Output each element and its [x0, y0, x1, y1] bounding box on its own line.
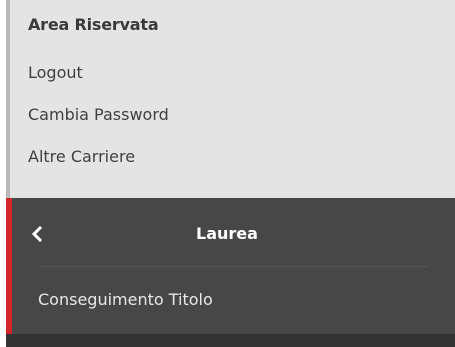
reserved-area-panel: Area Riservata Logout Cambia Password Al… [6, 0, 455, 198]
back-button[interactable] [30, 222, 50, 246]
chevron-left-icon [31, 225, 43, 243]
submenu-title: Laurea [196, 224, 258, 243]
sidebar-menu: Area Riservata Logout Cambia Password Al… [0, 0, 455, 347]
bottom-strip [6, 334, 455, 347]
degree-submenu-panel: Laurea Conseguimento Titolo [6, 198, 455, 334]
reserved-area-title: Area Riservata [28, 15, 159, 34]
logout-link[interactable]: Logout [28, 63, 83, 82]
other-careers-link[interactable]: Altre Carriere [28, 147, 135, 166]
change-password-link[interactable]: Cambia Password [28, 105, 169, 124]
divider [38, 266, 428, 267]
submenu-item-conseguimento-titolo[interactable]: Conseguimento Titolo [38, 290, 213, 309]
